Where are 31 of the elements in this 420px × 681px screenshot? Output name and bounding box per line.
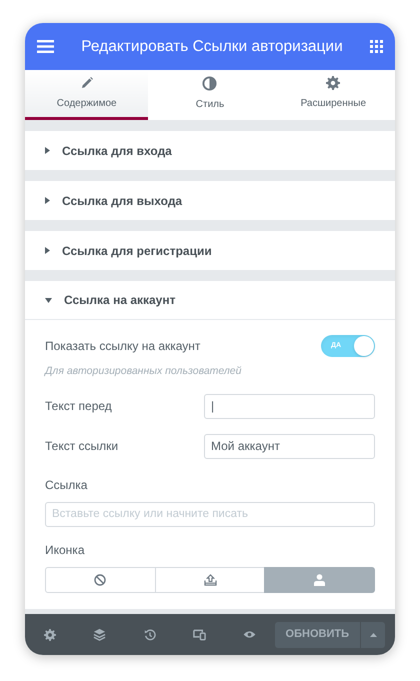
history-icon[interactable]	[144, 628, 156, 640]
settings-icon[interactable]	[44, 628, 56, 640]
dropdown-button[interactable]	[360, 622, 385, 648]
input-field[interactable]: Вставьте ссылку или начните писать	[45, 502, 375, 527]
field-label: Иконка	[45, 542, 86, 559]
caret-down-icon	[45, 298, 52, 302]
contrast-icon	[202, 76, 218, 90]
field-label: Ссылка	[45, 476, 88, 494]
ban-icon	[94, 574, 106, 586]
panel-title: Редактировать Ссылки авторизации	[80, 36, 344, 57]
field-label: Текст ссылки	[45, 438, 118, 456]
pencil-icon	[80, 76, 94, 90]
layers-icon[interactable]	[93, 628, 106, 641]
icon-option[interactable]	[264, 566, 376, 593]
eye-icon[interactable]	[243, 630, 256, 639]
caret-up-icon	[370, 632, 376, 636]
user-icon	[314, 574, 326, 586]
devices-icon[interactable]	[193, 628, 206, 640]
gear-icon	[326, 76, 340, 90]
caret-right-icon	[45, 147, 50, 154]
icon-option[interactable]	[154, 566, 266, 593]
menu-icon[interactable]	[37, 40, 54, 53]
caret-right-icon	[45, 247, 50, 254]
upload-icon	[204, 574, 216, 586]
caret-right-icon	[45, 197, 50, 204]
input-field[interactable]: Мой аккаунт	[204, 434, 375, 459]
apps-grid-icon[interactable]	[370, 40, 383, 53]
field-label: Показать ссылку на аккаунт	[45, 338, 200, 355]
input-field[interactable]: |	[204, 394, 375, 419]
field-label: Текст перед	[45, 398, 112, 416]
hint-text: Для авторизированных пользователей	[45, 364, 242, 379]
